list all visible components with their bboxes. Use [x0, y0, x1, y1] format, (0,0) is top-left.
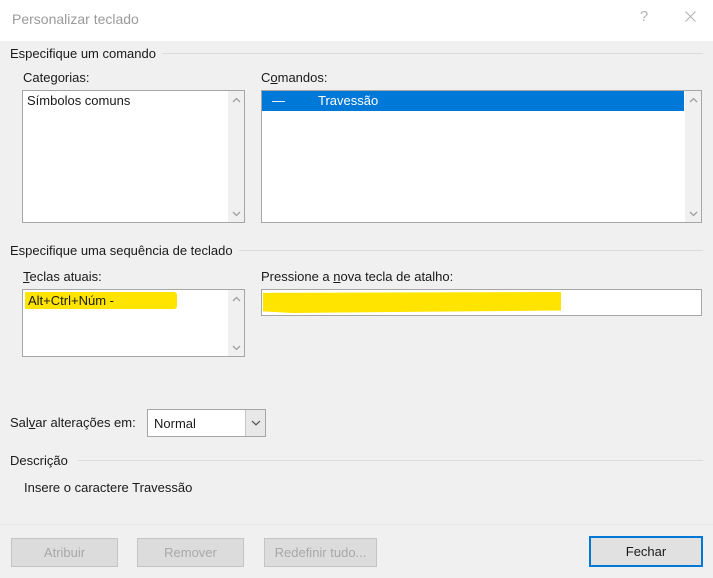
categories-scrollbar[interactable] — [227, 91, 244, 222]
current-keys-listbox[interactable]: Alt+Ctrl+Núm - — [22, 289, 245, 357]
close-button[interactable] — [667, 0, 713, 33]
assign-button[interactable]: Atribuir — [11, 538, 118, 567]
dropdown-arrow-button[interactable] — [245, 410, 265, 436]
new-shortcut-label-prefix: Pressione a — [261, 269, 334, 284]
chevron-up-icon — [232, 97, 240, 102]
chevron-down-icon — [689, 211, 697, 216]
group-separator-description — [78, 460, 703, 461]
description-text: Insere o caractere Travessão — [24, 480, 193, 495]
categories-label: Categorias: — [23, 70, 90, 85]
close-dialog-button[interactable]: Fechar — [589, 536, 703, 567]
current-keys-scrollbar[interactable] — [227, 290, 244, 356]
highlighter-mark-new-shortcut — [263, 292, 561, 313]
help-button[interactable]: ? — [621, 0, 667, 33]
categories-listbox[interactable]: Símbolos comuns — [22, 90, 245, 223]
group-label-specify-command: Especifique um comando — [10, 46, 162, 61]
commands-label-accel: o — [270, 70, 278, 85]
window-title: Personalizar teclado — [12, 11, 139, 27]
commands-list: — Travessão — [262, 91, 684, 222]
new-shortcut-label-suffix: ova tecla de atalho: — [340, 269, 454, 284]
chevron-up-icon — [232, 296, 240, 301]
scroll-up-button[interactable] — [228, 91, 245, 108]
scroll-down-button[interactable] — [685, 205, 702, 222]
caption-buttons: ? — [621, 0, 713, 33]
footer-bar: Atribuir Remover Redefinir tudo... Fecha… — [0, 524, 713, 578]
group-label-description: Descrição — [10, 453, 74, 468]
scroll-up-button[interactable] — [685, 91, 702, 108]
categories-list: Símbolos comuns — [23, 91, 227, 222]
command-glyph: — — [272, 93, 285, 108]
current-keys-list: Alt+Ctrl+Núm - — [23, 290, 227, 356]
save-changes-label: Salvar alterações em: — [10, 415, 136, 430]
close-icon — [684, 11, 696, 22]
commands-label-prefix: C — [261, 70, 271, 85]
chevron-down-icon — [251, 420, 260, 426]
chevron-up-icon — [689, 97, 697, 102]
scroll-up-button[interactable] — [228, 290, 245, 307]
dialog-body: Especifique um comando Categorias: Símbo… — [0, 41, 713, 524]
group-separator-specify-command — [158, 53, 703, 54]
chevron-down-icon — [232, 211, 240, 216]
save-changes-value: Normal — [154, 415, 196, 431]
title-bar: Personalizar teclado ? — [0, 0, 713, 41]
new-shortcut-label-accel: n — [333, 269, 341, 284]
current-keys-value: Alt+Ctrl+Núm - — [28, 293, 114, 308]
group-separator-keyboard-sequence — [236, 250, 703, 251]
save-changes-dropdown[interactable]: Normal — [147, 409, 266, 437]
command-name: Travessão — [318, 93, 379, 108]
commands-label: Comandos: — [261, 70, 328, 85]
list-item[interactable]: Símbolos comuns — [23, 91, 227, 111]
scroll-down-button[interactable] — [228, 205, 245, 222]
scroll-down-button[interactable] — [228, 339, 245, 356]
table-row[interactable]: — Travessão — [262, 91, 684, 111]
remove-button[interactable]: Remover — [137, 538, 244, 567]
group-label-keyboard-sequence: Especifique uma sequência de teclado — [10, 243, 239, 258]
new-shortcut-label: Pressione a nova tecla de atalho: — [261, 269, 453, 284]
save-changes-label-suffix: ar alterações em: — [35, 415, 136, 430]
save-changes-label-prefix: Sal — [10, 415, 29, 430]
chevron-down-icon — [232, 345, 240, 350]
commands-scrollbar[interactable] — [684, 91, 701, 222]
current-keys-label-suffix: eclas atuais: — [29, 269, 102, 284]
commands-listbox[interactable]: — Travessão — [261, 90, 702, 223]
reset-all-button[interactable]: Redefinir tudo... — [264, 538, 377, 567]
new-shortcut-input[interactable] — [261, 289, 702, 316]
current-keys-label: Teclas atuais: — [23, 269, 102, 284]
commands-label-suffix: mandos: — [277, 70, 328, 85]
